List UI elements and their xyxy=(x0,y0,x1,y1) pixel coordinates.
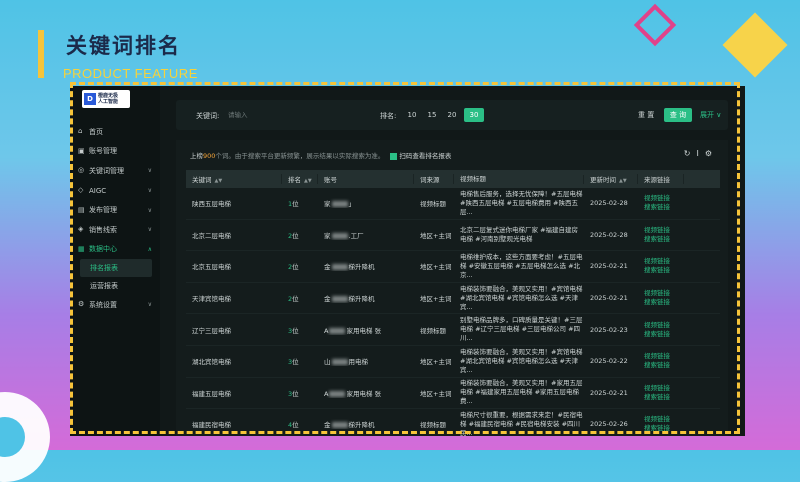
deco-diamond-fill xyxy=(722,12,788,78)
deco-diamond-outline xyxy=(633,3,677,47)
slide-subtitle: PRODUCT FEATURE xyxy=(63,66,198,81)
accent-bar xyxy=(38,30,44,78)
dashed-frame xyxy=(70,82,740,434)
slide-title: 关键词排名 xyxy=(66,34,181,58)
